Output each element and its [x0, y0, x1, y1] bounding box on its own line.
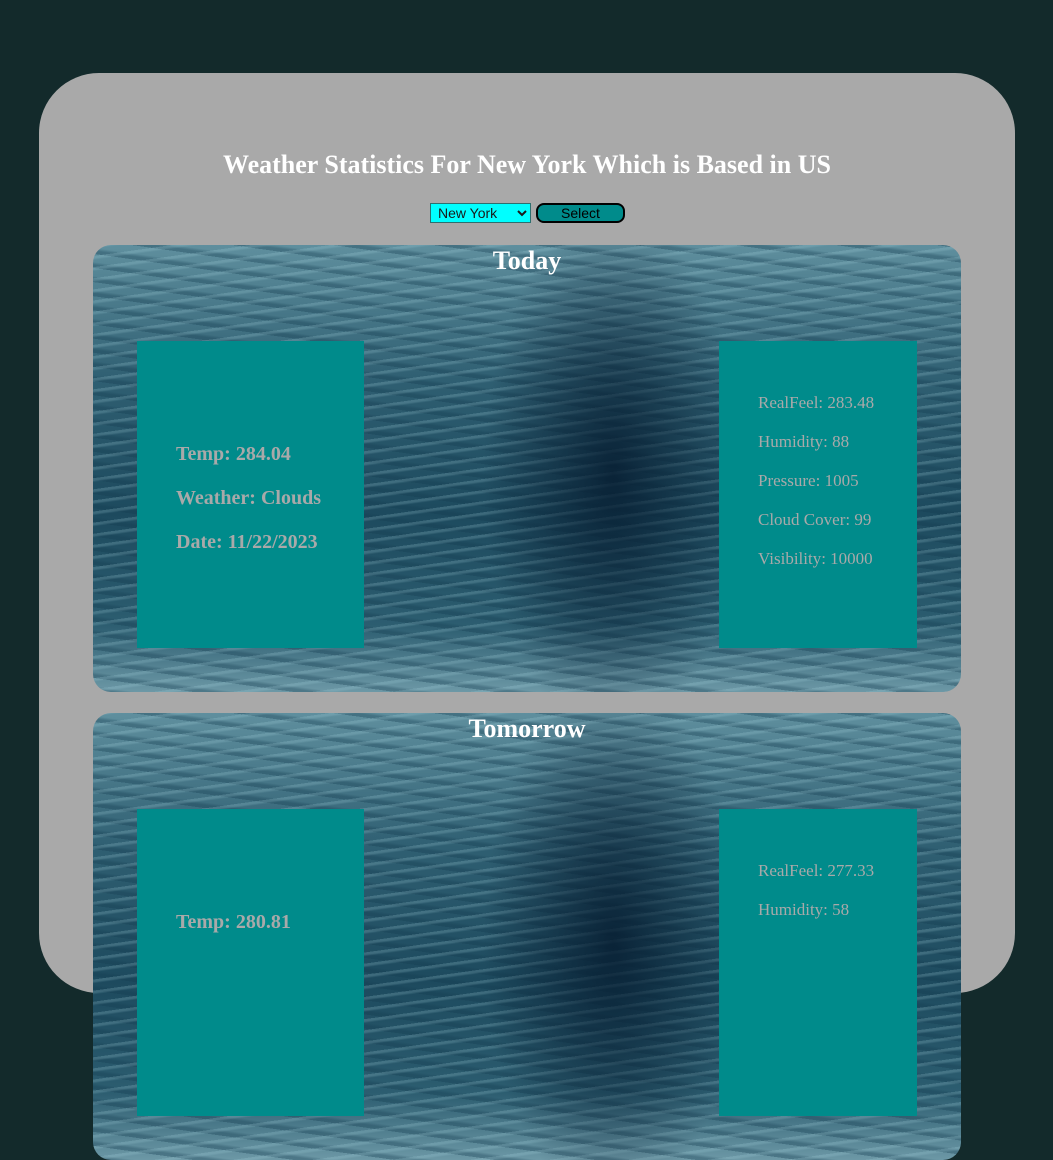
today-pressure: Pressure: 1005 [758, 471, 859, 490]
today-visibility: Visibility: 10000 [758, 549, 873, 568]
main-panel: Weather Statistics For New York Which is… [39, 73, 1015, 1160]
today-detail-box: RealFeel: 283.48 Humidity: 88 Pressure: … [719, 341, 917, 648]
tomorrow-main-box: Temp: 280.81 [137, 809, 364, 1116]
tomorrow-humidity: Humidity: 58 [758, 900, 850, 919]
tomorrow-temp: Temp: 280.81 [176, 911, 291, 933]
page-title: Weather Statistics For New York Which is… [223, 150, 831, 179]
tomorrow-card: Tomorrow Temp: 280.81 RealFeel: 277.33 H… [93, 713, 961, 1160]
today-humidity: Humidity: 88 [758, 432, 850, 451]
today-main-box: Temp: 284.04 Weather: Clouds Date: 11/22… [137, 341, 364, 648]
today-realfeel: RealFeel: 283.48 [758, 393, 875, 412]
card-title-tomorrow: Tomorrow [468, 714, 586, 743]
today-date: Date: 11/22/2023 [176, 531, 318, 553]
city-select[interactable]: New York [430, 203, 531, 223]
today-weather: Weather: Clouds [176, 487, 321, 509]
today-card: Today Temp: 284.04 Weather: Clouds Date:… [93, 245, 961, 692]
tomorrow-detail-box: RealFeel: 277.33 Humidity: 58 [719, 809, 917, 1116]
city-controls: New York Select [430, 202, 625, 224]
today-temp: Temp: 284.04 [176, 443, 291, 465]
tomorrow-realfeel: RealFeel: 277.33 [758, 861, 875, 880]
today-cloud-cover: Cloud Cover: 99 [758, 510, 872, 529]
select-button[interactable]: Select [536, 203, 625, 223]
card-title-today: Today [492, 246, 562, 275]
